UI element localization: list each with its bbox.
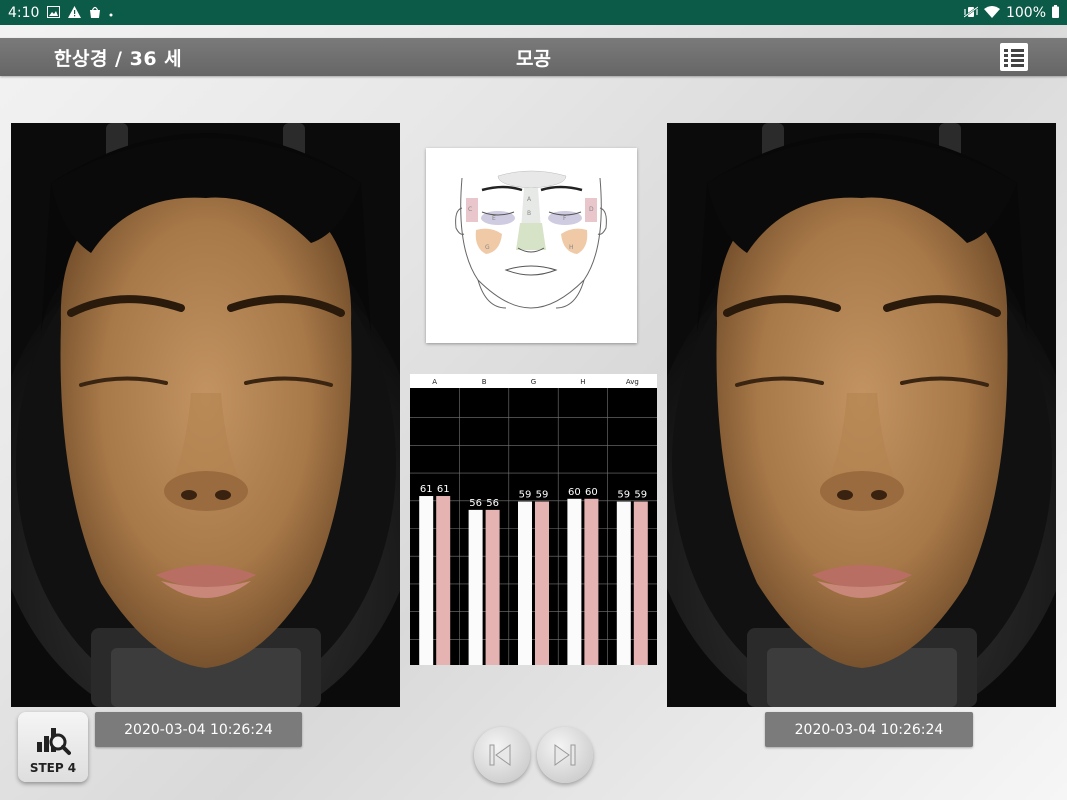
warning-icon xyxy=(68,5,82,20)
chart-bar xyxy=(518,501,532,665)
pore-score-chart: A 61 61 B 56 56 G 59 59 H 60 60 Avg 59 59 xyxy=(410,374,657,665)
chart-value-label: 56 xyxy=(469,498,482,509)
chart-value-label: 60 xyxy=(585,487,598,498)
chart-bar xyxy=(567,498,582,665)
zone-label-b: B xyxy=(527,210,532,217)
status-time: 4:10 xyxy=(8,4,40,21)
face-image-after[interactable] xyxy=(667,123,1056,707)
zone-label-c: C xyxy=(468,206,473,213)
chart-canvas: A 61 61 B 56 56 G 59 59 H 60 60 Avg 59 59 xyxy=(410,374,657,665)
shopping-bag-icon xyxy=(89,6,101,20)
face-zone-diagram: A B C D E F G H xyxy=(426,148,637,343)
chart-search-icon xyxy=(37,728,71,755)
step-back-icon xyxy=(489,744,511,766)
face-image-before[interactable] xyxy=(11,123,400,707)
zone-label-d: D xyxy=(589,206,594,213)
image-icon xyxy=(47,5,61,20)
chart-category-label: Avg xyxy=(626,378,639,386)
date-label-before: 2020-03-04 10:26:24 xyxy=(95,712,302,747)
page-title: 모공 xyxy=(516,48,551,70)
zone-label-g: G xyxy=(485,244,490,251)
chart-value-label: 61 xyxy=(437,484,450,495)
step-forward-icon xyxy=(554,744,576,766)
chart-value-label: 60 xyxy=(568,487,581,498)
mute-vibrate-icon xyxy=(963,5,979,20)
chart-bar xyxy=(419,496,434,665)
battery-level: 100% xyxy=(1005,4,1046,21)
next-step-button[interactable] xyxy=(537,727,593,783)
dot-icon xyxy=(109,7,113,19)
chart-bar xyxy=(616,501,631,665)
wifi-icon xyxy=(983,5,1000,20)
zone-label-a: A xyxy=(527,196,532,203)
battery-icon xyxy=(1052,5,1059,20)
chart-bar xyxy=(535,501,549,665)
chart-value-label: 61 xyxy=(420,484,433,495)
step-label: STEP 4 xyxy=(29,761,77,775)
chart-value-label: 59 xyxy=(536,490,549,501)
zone-label-f: F xyxy=(563,215,567,222)
chart-value-label: 59 xyxy=(519,490,532,501)
chart-value-label: 59 xyxy=(617,490,630,501)
status-bar: 4:10 100% xyxy=(0,0,1067,25)
chart-value-label: 56 xyxy=(486,498,499,509)
chart-category-label: H xyxy=(580,378,585,386)
chart-bar xyxy=(584,498,599,665)
zone-label-h: H xyxy=(569,244,574,251)
prev-step-button[interactable] xyxy=(474,727,530,783)
zone-label-e: E xyxy=(492,215,496,222)
chart-category-label: B xyxy=(482,378,487,386)
chart-value-label: 59 xyxy=(634,490,647,501)
chart-category-label: A xyxy=(432,378,437,386)
list-menu-icon[interactable] xyxy=(1000,43,1028,71)
step-button[interactable]: STEP 4 xyxy=(18,712,88,782)
date-label-after: 2020-03-04 10:26:24 xyxy=(765,712,973,747)
chart-bar xyxy=(468,509,483,665)
chart-category-label: G xyxy=(531,378,536,386)
chart-bar xyxy=(485,509,500,665)
app-header: 한상경 / 36 세 모공 xyxy=(0,38,1067,76)
chart-bar xyxy=(436,496,451,665)
chart-bar xyxy=(633,501,648,665)
